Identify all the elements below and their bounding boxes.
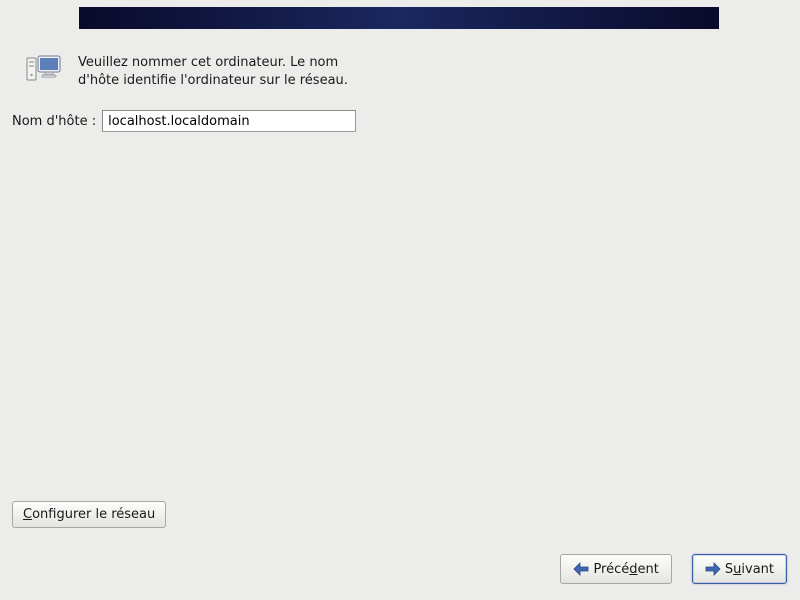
- next-button[interactable]: Suivant: [692, 554, 787, 584]
- configure-network-label: Configurer le réseau: [23, 507, 155, 522]
- back-label: Précédent: [593, 562, 658, 577]
- hostname-label: Nom d'hôte :: [12, 114, 96, 129]
- next-label: Suivant: [725, 562, 774, 577]
- hostname-input[interactable]: [102, 110, 356, 132]
- arrow-right-icon: [705, 562, 721, 576]
- hostname-row: Nom d'hôte :: [12, 110, 356, 132]
- nav-buttons: Précédent Suivant: [560, 554, 787, 584]
- configure-network-button[interactable]: Configurer le réseau: [12, 501, 166, 528]
- description-line2: d'hôte identifie l'ordinateur sur le rés…: [78, 72, 348, 90]
- back-button[interactable]: Précédent: [560, 554, 671, 584]
- header-row: Veuillez nommer cet ordinateur. Le nom d…: [26, 54, 348, 89]
- header-banner: [79, 7, 719, 29]
- arrow-left-icon: [573, 562, 589, 576]
- description-line1: Veuillez nommer cet ordinateur. Le nom: [78, 54, 348, 72]
- network-computers-icon: [26, 54, 62, 84]
- description-text: Veuillez nommer cet ordinateur. Le nom d…: [78, 54, 348, 89]
